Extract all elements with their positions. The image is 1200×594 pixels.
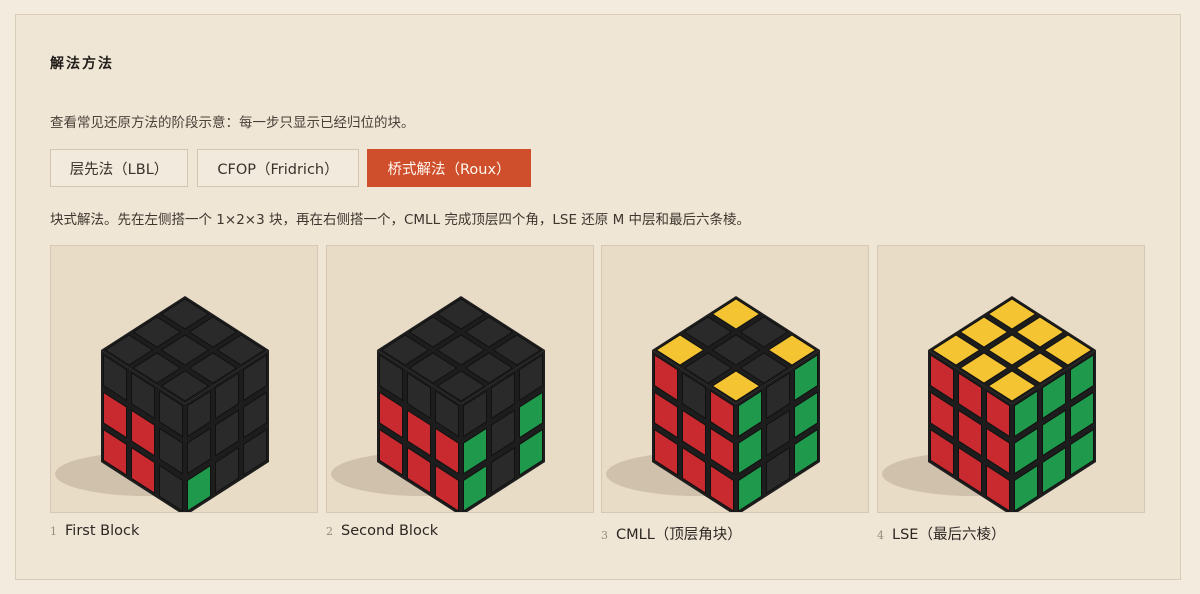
intro-text: 查看常见还原方法的阶段示意：每一步只显示已经归位的块。 — [50, 115, 415, 131]
cube-illustration — [55, 296, 269, 512]
solving-methods-panel: 解法方法 查看常见还原方法的阶段示意：每一步只显示已经归位的块。 层先法（LBL… — [15, 14, 1181, 580]
section-title: 解法方法 — [50, 56, 114, 72]
step-number: 3 — [601, 529, 608, 542]
cube-illustration — [331, 296, 545, 512]
cube-illustration — [606, 296, 820, 512]
step-caption-3: 3 CMLL（顶层角块） — [601, 523, 742, 544]
tab-roux[interactable]: 桥式解法（Roux） — [367, 149, 531, 187]
step-label: CMLL（顶层角块） — [616, 527, 742, 543]
step-caption-4: 4 LSE（最后六棱） — [877, 523, 1005, 544]
step-card-2 — [326, 245, 594, 513]
step-number: 1 — [50, 525, 57, 538]
step-card-1 — [50, 245, 318, 513]
step-caption-2: 2 Second Block — [326, 523, 438, 539]
step-caption-1: 1 First Block — [50, 523, 139, 539]
step-card-3 — [601, 245, 869, 513]
step-card-4 — [877, 245, 1145, 513]
step-label: First Block — [65, 523, 140, 539]
tab-cfop[interactable]: CFOP（Fridrich） — [197, 149, 359, 187]
step-label: LSE（最后六棱） — [892, 527, 1006, 543]
cube-illustration — [882, 296, 1096, 512]
step-number: 2 — [326, 525, 333, 538]
step-label: Second Block — [341, 523, 439, 539]
tab-lbl[interactable]: 层先法（LBL） — [50, 149, 188, 187]
method-description: 块式解法。先在左侧搭一个 1×2×3 块，再在右侧搭一个，CMLL 完成顶层四个… — [50, 212, 751, 228]
step-number: 4 — [877, 529, 884, 542]
